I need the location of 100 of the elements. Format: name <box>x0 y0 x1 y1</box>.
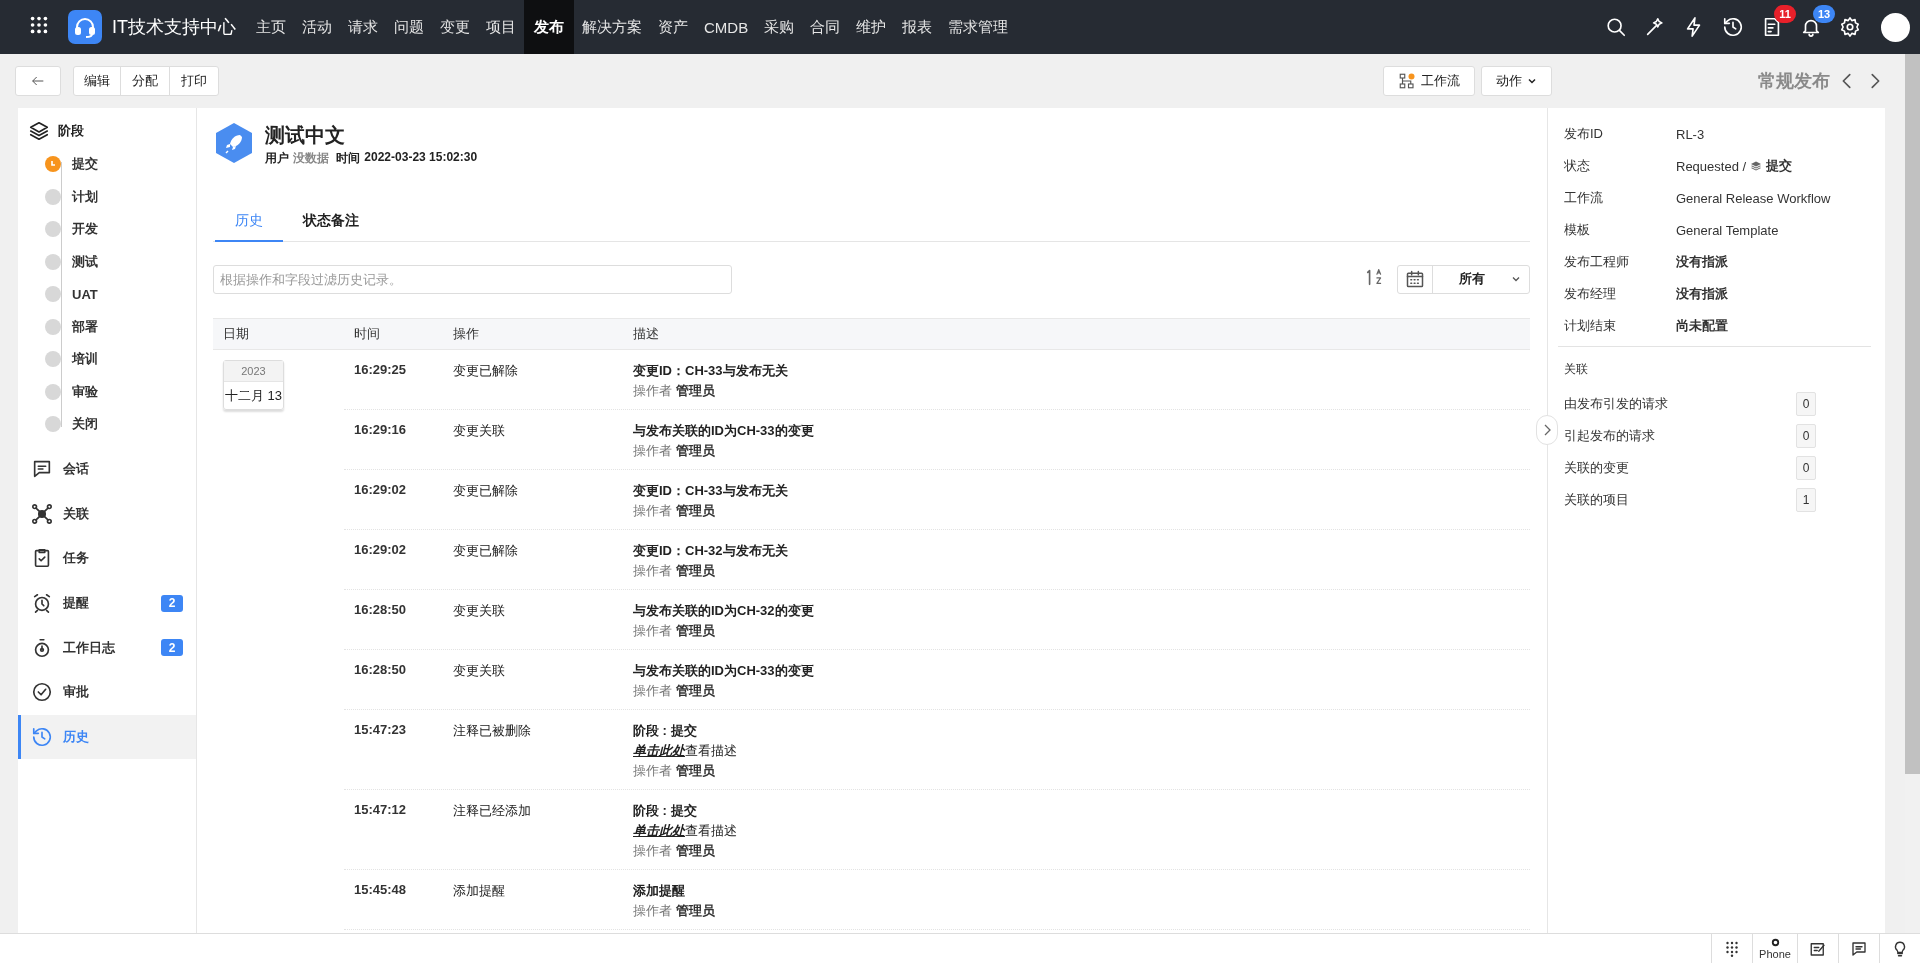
nav-tab[interactable]: 项目 <box>478 0 524 54</box>
stage-item[interactable]: 培训 <box>45 343 196 376</box>
time-cell-text: 16:28:50 <box>353 661 408 679</box>
chat-icon[interactable] <box>1850 939 1868 958</box>
toolbar-button[interactable]: 打印 <box>169 66 219 96</box>
time-cell-text: 16:29:02 <box>353 541 408 559</box>
description-text: 与发布关联的ID为CH-32的变更 <box>633 602 815 620</box>
date-range-dropdown[interactable]: 所有 <box>1397 264 1530 294</box>
action-cell-text: 变更已解除 <box>452 362 519 380</box>
nav-tab[interactable]: 发布 <box>524 0 574 54</box>
meta-value: 2022-03-23 15:02:30 <box>364 150 478 166</box>
rocket-icon <box>213 122 255 164</box>
operator-text: 操作者 管理员 <box>633 442 716 460</box>
stage-item[interactable]: 部署 <box>45 310 196 343</box>
workflow-button[interactable]: 工作流 <box>1383 66 1475 96</box>
count-badge: 0 <box>1796 392 1816 416</box>
action-cell-text: 变更关联 <box>452 422 506 440</box>
click-here-link[interactable]: 单击此处 <box>633 823 685 838</box>
operator-text: 操作者 管理员 <box>633 902 716 920</box>
nav-tab[interactable]: 问题 <box>386 0 432 54</box>
column-header: 操作 <box>452 325 480 343</box>
toolbar-button[interactable]: 编辑 <box>73 66 121 96</box>
relation-label[interactable]: 关联的变更 <box>1564 459 1796 477</box>
action-cell-text: 变更已解除 <box>452 542 519 560</box>
collapse-handle[interactable] <box>1536 415 1558 445</box>
description-text: 变更ID：CH-32与发布无关 <box>633 542 789 560</box>
section-heading: 关联 <box>1563 361 1589 378</box>
stage-item[interactable]: UAT <box>45 278 196 311</box>
time-cell-text: 15:47:23 <box>353 721 408 739</box>
description-text: 单击此处查看描述 <box>633 822 738 840</box>
click-here-link[interactable]: 单击此处 <box>633 743 685 758</box>
relation-label[interactable]: 由发布引发的请求 <box>1564 395 1796 413</box>
description-text: 添加提醒 <box>633 882 686 900</box>
field-label: 发布ID <box>1564 125 1604 143</box>
stage-value: 提交 <box>1766 157 1793 175</box>
sidebar-item[interactable]: 审批 <box>18 669 196 715</box>
field-value: 没有指派 <box>1676 285 1728 303</box>
history-icon[interactable] <box>1722 16 1744 38</box>
relation-label[interactable]: 引起发布的请求 <box>1564 427 1796 445</box>
time-cell-text: 16:29:25 <box>353 361 408 379</box>
nav-tab[interactable]: 请求 <box>340 0 386 54</box>
toolbar-button[interactable]: 分配 <box>120 66 170 96</box>
sidebar-item[interactable]: 会话 <box>18 446 196 492</box>
tab[interactable]: 历史 <box>215 202 283 242</box>
headset-logo-icon <box>68 10 102 44</box>
tab[interactable]: 状态备注 <box>283 202 379 242</box>
field-label: 状态 <box>1564 157 1591 175</box>
layers-icon <box>28 120 50 142</box>
stage-item[interactable]: 计划 <box>45 180 196 213</box>
nav-tab[interactable]: CMDB <box>696 0 757 54</box>
field-value: Requested / <box>1676 158 1747 174</box>
stage-item[interactable]: 测试 <box>45 245 196 278</box>
operator-text: 操作者 管理员 <box>633 502 716 520</box>
nav-tab[interactable]: 解决方案 <box>574 0 650 54</box>
nav-tab[interactable]: 活动 <box>294 0 340 54</box>
check-circle-icon <box>31 681 53 704</box>
field-value: 没有指派 <box>1676 253 1728 271</box>
nav-tab[interactable]: 资产 <box>650 0 696 54</box>
sidebar-item[interactable]: 提醒 2 <box>18 580 196 626</box>
nav-tab[interactable]: 报表 <box>894 0 941 54</box>
action-cell-text: 注释已被删除 <box>452 722 532 740</box>
field-label: 计划结束 <box>1564 317 1617 335</box>
relation-label[interactable]: 关联的项目 <box>1564 491 1796 509</box>
column-header: 时间 <box>353 325 381 343</box>
nav-tab[interactable]: 变更 <box>432 0 478 54</box>
field-label: 发布工程师 <box>1564 253 1630 271</box>
calendar-date-badge: 2023 十二月 13 <box>223 360 284 410</box>
nav-tab[interactable]: 采购 <box>756 0 803 54</box>
app-grid-icon[interactable] <box>28 14 50 36</box>
sidebar-item[interactable]: 任务 <box>18 535 196 581</box>
meta-value: 没数据 <box>293 150 329 167</box>
settings-icon[interactable] <box>1839 16 1861 38</box>
operator-text: 操作者 管理员 <box>633 842 716 860</box>
phone-button[interactable]: Phone <box>1752 934 1797 963</box>
stage-item[interactable]: 审验 <box>45 375 196 408</box>
column-header: 日期 <box>222 325 250 343</box>
magic-wand-icon[interactable] <box>1644 16 1666 38</box>
sidebar-item[interactable]: 关联 <box>18 491 196 536</box>
nav-tab[interactable]: 需求管理 <box>940 0 1017 54</box>
nav-tab[interactable]: 合同 <box>802 0 849 54</box>
field-label: 发布经理 <box>1564 285 1617 303</box>
stage-item[interactable]: 提交 <box>45 148 196 181</box>
action-menu-button[interactable]: 动作 <box>1481 66 1552 96</box>
sidebar-item[interactable]: 工作日志 2 <box>18 625 196 670</box>
filter-field[interactable]: 根据操作和字段过滤历史记录。 <box>213 264 732 294</box>
action-cell-text: 注释已经添加 <box>452 802 532 820</box>
time-cell-text: 15:47:12 <box>353 801 408 819</box>
search-icon[interactable] <box>1605 16 1627 38</box>
operator-text: 操作者 管理员 <box>633 622 716 640</box>
description-text: 阶段 : 提交 <box>633 802 698 820</box>
field-value: RL-3 <box>1676 126 1705 142</box>
stage-item[interactable]: 开发 <box>45 213 196 246</box>
dialpad-icon[interactable] <box>1723 939 1741 958</box>
record-type-title: 常规发布 <box>1758 70 1830 93</box>
stage-item[interactable]: 关闭 <box>45 408 196 441</box>
nav-tab[interactable]: 主页 <box>248 0 294 54</box>
avatar[interactable] <box>1881 12 1910 42</box>
history-icon <box>31 725 53 748</box>
nav-tab[interactable]: 维护 <box>848 0 895 54</box>
description-text: 变更ID：CH-33与发布无关 <box>633 362 789 380</box>
